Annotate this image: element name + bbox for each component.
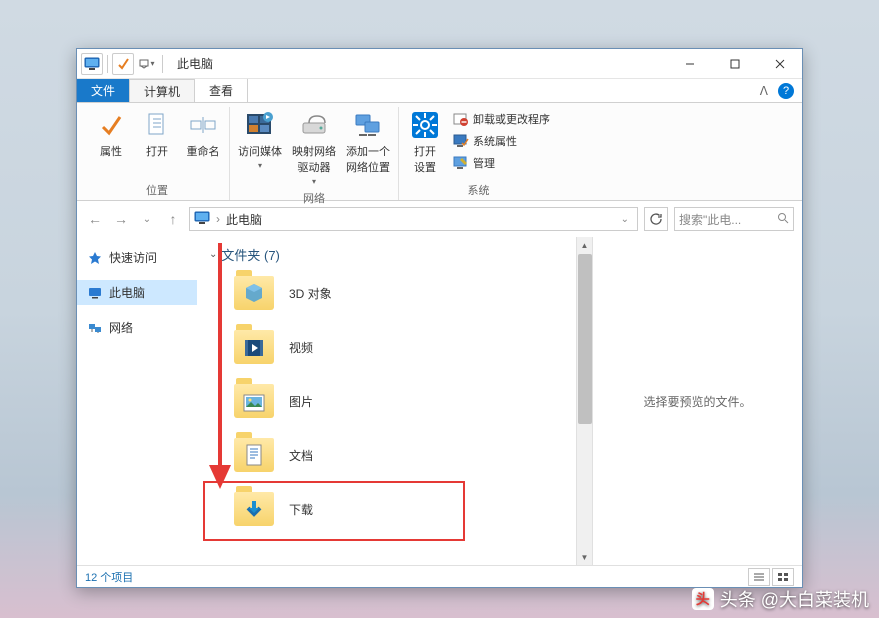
list-item-pictures[interactable]: 图片 xyxy=(213,374,576,428)
sidebar-item-label: 此电脑 xyxy=(109,284,145,301)
address-bar[interactable]: › 此电脑 ⌄ xyxy=(189,207,638,231)
help-icon[interactable]: ? xyxy=(778,83,794,99)
status-bar: 12 个项目 xyxy=(77,565,802,587)
search-box[interactable]: 搜索"此电... xyxy=(674,207,794,231)
address-bar-row: ← → ⌄ ↑ › 此电脑 ⌄ 搜索"此电... xyxy=(77,201,802,237)
map-drive-label: 映射网络 驱动器 xyxy=(292,143,336,175)
preview-placeholder: 选择要预览的文件。 xyxy=(643,393,751,410)
folder-icon-videos xyxy=(233,326,275,368)
ribbon-tabs: 文件 计算机 查看 ᐱ ? xyxy=(77,79,802,103)
address-dropdown-icon[interactable]: ⌄ xyxy=(617,214,633,225)
tab-view[interactable]: 查看 xyxy=(195,79,248,102)
item-label: 文档 xyxy=(289,447,313,464)
ribbon-group-location: 属性 打开 重命名 位置 xyxy=(85,107,230,200)
network-icon xyxy=(87,320,103,336)
folder-icon-3d xyxy=(233,272,275,314)
back-button[interactable]: ← xyxy=(85,209,105,229)
scroll-thumb[interactable] xyxy=(578,254,592,424)
add-netloc-label: 添加一个 网络位置 xyxy=(346,143,390,175)
map-drive-button[interactable]: 映射网络 驱动器 ▾ xyxy=(288,107,340,188)
collapse-ribbon-icon[interactable]: ᐱ xyxy=(760,84,768,98)
annotation-highlight xyxy=(203,481,465,541)
close-button[interactable] xyxy=(757,49,802,79)
rename-label: 重命名 xyxy=(187,143,220,159)
content-pane: ⌄ 文件夹 (7) 3D 对象 视频 xyxy=(197,237,576,565)
group-system-label: 系统 xyxy=(468,180,490,200)
item-label: 图片 xyxy=(289,393,313,410)
maximize-button[interactable] xyxy=(712,49,757,79)
folder-icon-pictures xyxy=(233,380,275,422)
folder-icon-documents xyxy=(233,434,275,476)
breadcrumb-sep-icon[interactable]: › xyxy=(216,212,220,226)
add-network-location-button[interactable]: 添加一个 网络位置 xyxy=(342,107,394,188)
sidebar-item-network[interactable]: 网络 xyxy=(77,315,197,340)
group-header-folders[interactable]: ⌄ 文件夹 (7) xyxy=(203,243,576,266)
sidebar-item-quick-access[interactable]: 快速访问 xyxy=(77,245,197,270)
ribbon-group-system: 打开 设置 卸载或更改程序 系统属性 管理 xyxy=(399,107,558,200)
manage-button[interactable]: 管理 xyxy=(449,153,554,173)
star-icon xyxy=(87,250,103,266)
view-details-button[interactable] xyxy=(748,568,770,586)
access-media-label: 访问媒体 xyxy=(238,143,282,159)
history-dropdown[interactable]: ⌄ xyxy=(137,209,157,229)
watermark-text: 头条 @大白菜装机 xyxy=(720,586,869,612)
open-button[interactable]: 打开 xyxy=(135,107,179,180)
item-label: 视频 xyxy=(289,339,313,356)
content-wrap: ⌄ 文件夹 (7) 3D 对象 视频 xyxy=(197,237,802,565)
uninstall-label: 卸载或更改程序 xyxy=(473,111,550,127)
window-title: 此电脑 xyxy=(177,55,213,72)
window-controls xyxy=(667,49,802,79)
titlebar: ▾ 此电脑 xyxy=(77,49,802,79)
access-media-button[interactable]: 访问媒体 ▾ xyxy=(234,107,286,188)
navigation-pane: 快速访问 此电脑 网络 xyxy=(77,237,197,565)
qat-dropdown-icon[interactable]: ▾ xyxy=(136,53,158,75)
properties-qat-icon[interactable] xyxy=(112,53,134,75)
sidebar-item-label: 网络 xyxy=(109,319,133,336)
file-explorer-window: ▾ 此电脑 文件 计算机 查看 ᐱ ? xyxy=(76,48,803,588)
breadcrumb[interactable]: 此电脑 xyxy=(226,211,262,228)
view-large-icons-button[interactable] xyxy=(772,568,794,586)
ribbon-group-network: 访问媒体 ▾ 映射网络 驱动器 ▾ 添加一个 网络位置 网络 xyxy=(230,107,399,200)
item-label: 3D 对象 xyxy=(289,285,332,302)
sidebar-item-label: 快速访问 xyxy=(109,249,157,266)
scroll-up-icon[interactable]: ▲ xyxy=(577,237,592,253)
item-count: 12 个项目 xyxy=(85,569,133,585)
watermark: 头 头条 @大白菜装机 xyxy=(692,586,869,612)
ribbon: 属性 打开 重命名 位置 访问媒体 ▾ xyxy=(77,103,802,201)
manage-label: 管理 xyxy=(473,155,495,171)
this-pc-breadcrumb-icon xyxy=(194,211,210,228)
body: 快速访问 此电脑 网络 ⌄ 文件夹 (7) xyxy=(77,237,802,565)
refresh-button[interactable] xyxy=(644,207,668,231)
sysprops-label: 系统属性 xyxy=(473,133,517,149)
up-button[interactable]: ↑ xyxy=(163,209,183,229)
open-label: 打开 xyxy=(146,143,168,159)
group-header-label: 文件夹 (7) xyxy=(221,245,280,264)
rename-button[interactable]: 重命名 xyxy=(181,107,225,180)
properties-label: 属性 xyxy=(100,143,122,159)
quick-access-toolbar: ▾ xyxy=(77,53,165,75)
list-item-documents[interactable]: 文档 xyxy=(213,428,576,482)
chevron-down-icon: ⌄ xyxy=(209,249,217,260)
properties-button[interactable]: 属性 xyxy=(89,107,133,180)
watermark-icon: 头 xyxy=(692,588,714,610)
scroll-down-icon[interactable]: ▼ xyxy=(577,549,592,565)
minimize-button[interactable] xyxy=(667,49,712,79)
open-settings-label: 打开 设置 xyxy=(414,143,436,175)
tab-computer[interactable]: 计算机 xyxy=(130,79,195,102)
preview-pane: 选择要预览的文件。 xyxy=(592,237,802,565)
this-pc-icon[interactable] xyxy=(81,53,103,75)
tab-file[interactable]: 文件 xyxy=(77,79,130,102)
this-pc-icon xyxy=(87,285,103,301)
uninstall-programs-button[interactable]: 卸载或更改程序 xyxy=(449,109,554,129)
search-placeholder: 搜索"此电... xyxy=(679,211,741,228)
group-location-label: 位置 xyxy=(146,180,168,200)
search-icon xyxy=(777,212,789,227)
list-item-3d-objects[interactable]: 3D 对象 xyxy=(213,266,576,320)
list-item-videos[interactable]: 视频 xyxy=(213,320,576,374)
sidebar-item-this-pc[interactable]: 此电脑 xyxy=(77,280,197,305)
open-settings-button[interactable]: 打开 设置 xyxy=(403,107,447,180)
scrollbar[interactable]: ▲ ▼ xyxy=(576,237,592,565)
system-properties-button[interactable]: 系统属性 xyxy=(449,131,554,151)
forward-button[interactable]: → xyxy=(111,209,131,229)
